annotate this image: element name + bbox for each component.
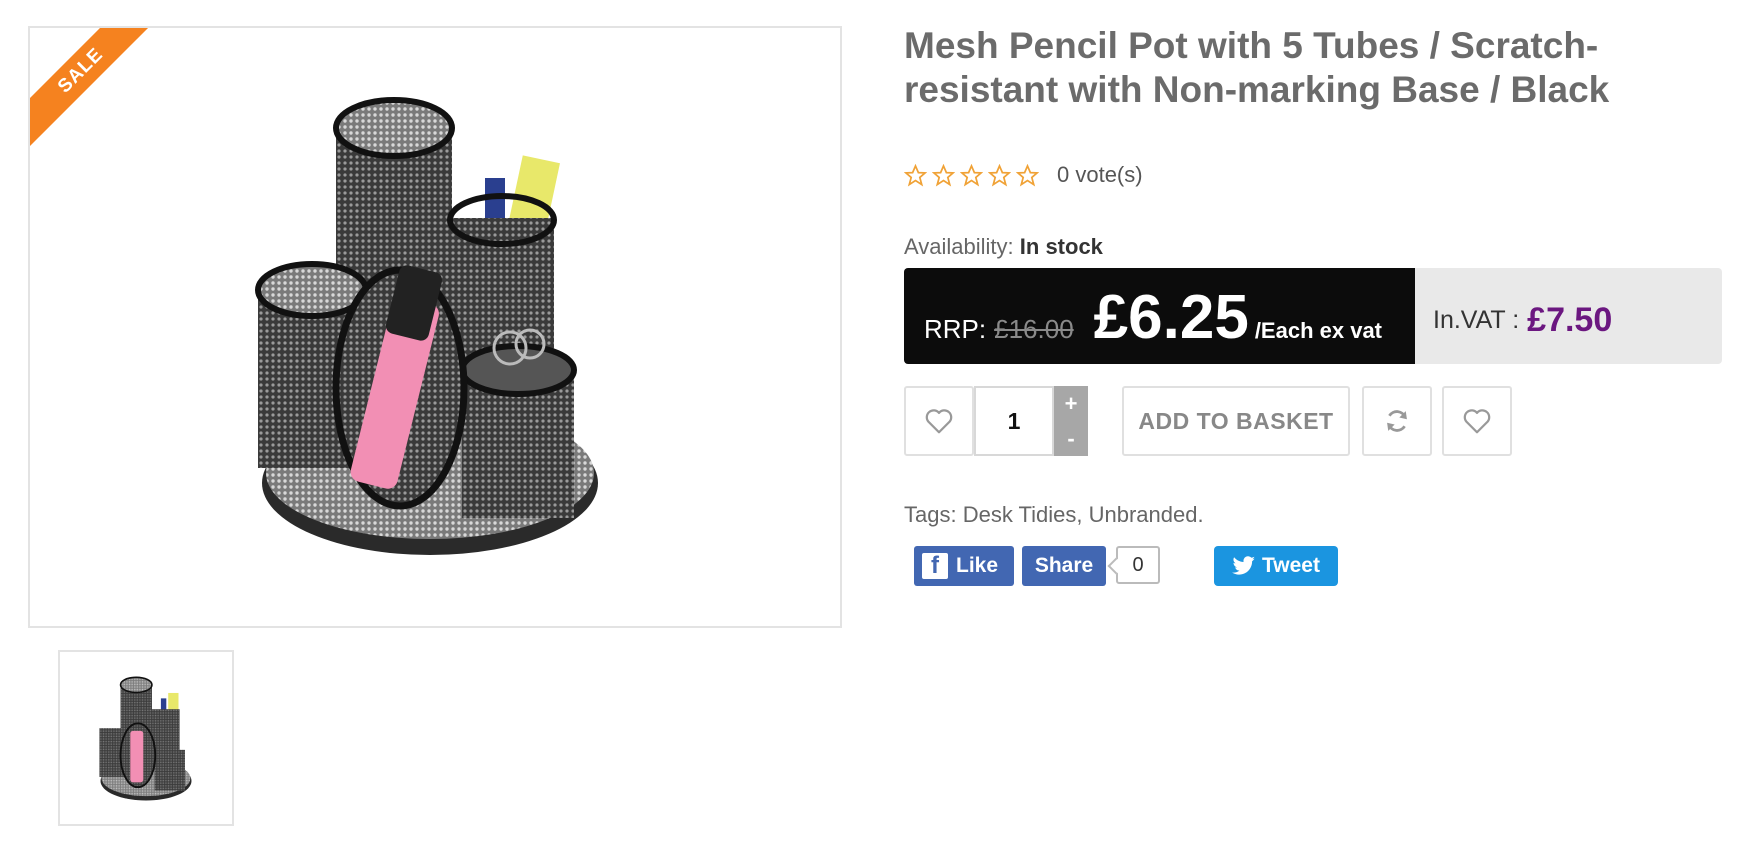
quantity-stepper[interactable]: + - — [1054, 386, 1088, 456]
star-outline-icon[interactable] — [988, 163, 1011, 187]
price-ex-vat: £6.25 — [1093, 283, 1249, 352]
tweet-button[interactable]: Tweet — [1214, 546, 1338, 586]
vote-count: 0 vote(s) — [1057, 162, 1143, 187]
wishlist-button-left[interactable] — [904, 386, 974, 456]
facebook-share-button[interactable]: Share — [1022, 546, 1106, 586]
facebook-logo-icon: f — [922, 553, 948, 579]
add-to-basket-button[interactable]: ADD TO BASKET — [1122, 386, 1350, 456]
product-title: Mesh Pencil Pot with 5 Tubes / Scratch-r… — [904, 25, 1610, 110]
wishlist-button[interactable] — [1442, 386, 1512, 456]
availability-value: In stock — [1019, 234, 1103, 259]
product-thumbnail[interactable] — [58, 650, 234, 826]
price-bar: RRP: £16.00 £6.25 /Each ex vat In.VAT : … — [904, 268, 1722, 364]
heart-icon — [1463, 409, 1491, 434]
product-tags: Tags: Desk Tidies, Unbranded. — [904, 502, 1204, 527]
quantity-decrease[interactable]: - — [1054, 421, 1088, 456]
facebook-share-label: Share — [1034, 554, 1094, 577]
compare-button[interactable] — [1362, 386, 1432, 456]
quantity-input[interactable] — [974, 386, 1054, 456]
product-main-image[interactable]: SALE — [28, 26, 842, 628]
pencil-pot-thumbnail-image — [99, 676, 192, 801]
price-unit: /Each ex vat — [1254, 318, 1382, 343]
tweet-label: Tweet — [1262, 554, 1320, 577]
price-inc-vat-panel: In.VAT : £7.50 — [1415, 268, 1722, 364]
star-outline-icon[interactable] — [932, 163, 955, 187]
twitter-bird-icon — [1232, 556, 1256, 575]
rrp-price: £16.00 — [994, 314, 1074, 344]
availability: Availability: In stock — [904, 234, 1103, 260]
star-outline-icon[interactable] — [960, 163, 983, 187]
sale-badge: SALE — [30, 28, 161, 151]
star-outline-icon[interactable] — [1016, 163, 1039, 187]
vat-label: In.VAT : — [1433, 305, 1520, 334]
price-ex-vat-panel: RRP: £16.00 £6.25 /Each ex vat — [904, 268, 1415, 364]
rating-row: 0 vote(s) — [904, 162, 1143, 188]
heart-icon — [925, 409, 953, 434]
add-to-basket-label: ADD TO BASKET — [1138, 407, 1334, 434]
product-page: SALE Mesh Pencil Pot with 5 Tubes / Scra… — [0, 0, 1748, 860]
rating-stars[interactable] — [904, 163, 1039, 187]
pencil-pot-image — [255, 97, 598, 555]
facebook-like-button[interactable]: f Like — [914, 546, 1014, 586]
share-count: 0 — [1116, 546, 1160, 584]
price-inc-vat: £7.50 — [1527, 300, 1613, 339]
rrp-label: RRP: — [924, 314, 987, 344]
facebook-like-label: Like — [956, 554, 999, 577]
refresh-icon — [1387, 410, 1407, 432]
availability-label: Availability: — [904, 234, 1014, 259]
star-outline-icon[interactable] — [904, 163, 927, 187]
quantity-increase[interactable]: + — [1054, 386, 1088, 421]
